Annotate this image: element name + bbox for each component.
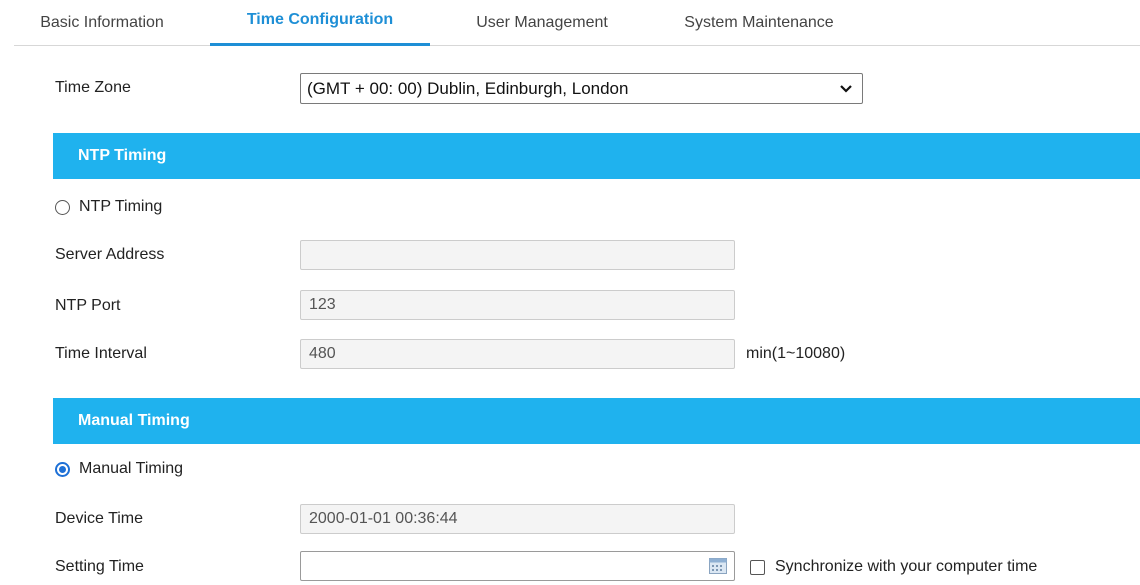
ntp-port-input[interactable]: 123 [300, 290, 735, 320]
time-zone-selected-value: (GMT + 00: 00) Dublin, Edinburgh, London [307, 79, 629, 98]
ntp-port-label: NTP Port [55, 297, 121, 314]
device-time-input: 2000-01-01 00:36:44 [300, 504, 735, 534]
tab-bar: Basic Information Time Configuration Use… [14, 0, 1140, 46]
ntp-timing-radio-button[interactable] [55, 199, 70, 215]
manual-timing-section-header: Manual Timing [53, 398, 1140, 444]
manual-timing-radio-label: Manual Timing [79, 460, 184, 477]
tab-basic-information[interactable]: Basic Information [14, 0, 190, 46]
tab-user-management[interactable]: User Management [452, 0, 632, 46]
time-zone-label: Time Zone [55, 79, 131, 96]
chevron-down-icon [840, 85, 852, 93]
setting-time-input[interactable] [300, 551, 735, 581]
time-interval-unit: min(1~10080) [746, 345, 846, 362]
ntp-timing-radio-label: NTP Timing [79, 198, 163, 215]
sync-checkbox-label: Synchronize with your computer time [775, 558, 1038, 575]
manual-timing-radio[interactable]: Manual Timing [55, 458, 183, 480]
ntp-timing-section-header: NTP Timing [53, 133, 1140, 179]
sync-checkbox-box[interactable] [750, 559, 765, 575]
time-interval-input[interactable]: 480 [300, 339, 735, 369]
setting-time-label: Setting Time [55, 558, 144, 575]
tab-system-maintenance[interactable]: System Maintenance [664, 0, 854, 46]
time-zone-select[interactable]: (GMT + 00: 00) Dublin, Edinburgh, London [300, 73, 863, 104]
server-address-input[interactable] [300, 240, 735, 270]
ntp-timing-radio[interactable]: NTP Timing [55, 196, 162, 218]
sync-computer-time-checkbox[interactable]: Synchronize with your computer time [750, 556, 1037, 578]
time-interval-label: Time Interval [55, 345, 147, 362]
device-time-label: Device Time [55, 510, 144, 527]
calendar-icon[interactable] [709, 558, 727, 574]
manual-timing-radio-button[interactable] [55, 461, 70, 477]
time-configuration-page: Basic Information Time Configuration Use… [0, 0, 1140, 585]
server-address-label: Server Address [55, 246, 165, 263]
tab-time-configuration[interactable]: Time Configuration [210, 0, 430, 46]
